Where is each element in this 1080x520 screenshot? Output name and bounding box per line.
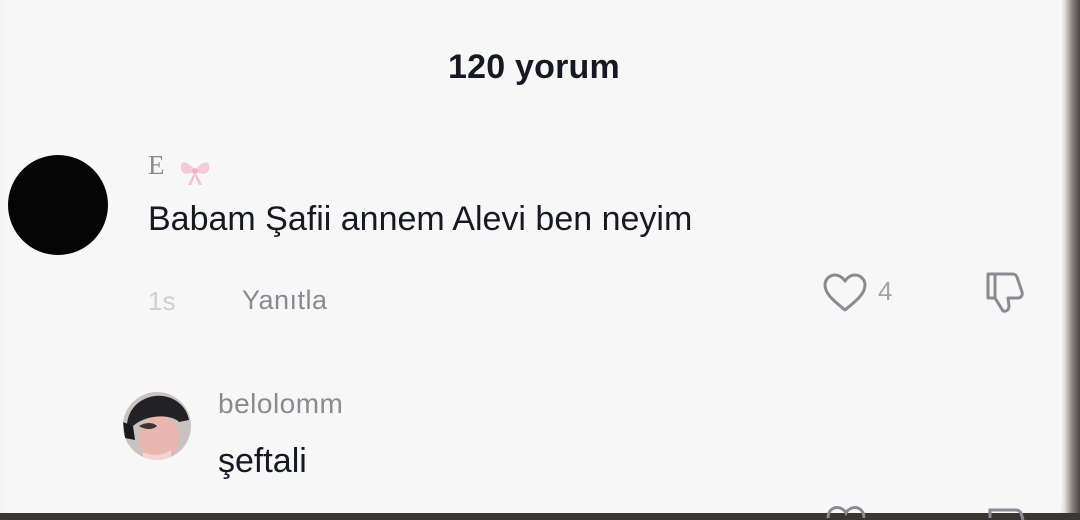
comments-count-title: 120 yorum	[448, 48, 620, 86]
avatar-image	[123, 392, 191, 460]
comment-text: şeftali	[218, 442, 307, 480]
screen-frame: 120 yorum E Babam Şafii annem Alevi ben …	[0, 0, 1080, 520]
avatar[interactable]	[123, 392, 191, 460]
heart-icon[interactable]	[824, 500, 868, 520]
comment-author[interactable]: belolomm	[218, 388, 343, 420]
thumbs-down-icon[interactable]	[978, 266, 1032, 318]
comment-timestamp: 1s	[148, 286, 176, 316]
pink-bow-icon	[180, 162, 210, 185]
heart-icon[interactable]	[820, 270, 870, 316]
reply-button[interactable]: Yanıtla	[242, 285, 328, 316]
like-count: 4	[878, 276, 893, 306]
comments-sheet: 120 yorum E Babam Şafii annem Alevi ben …	[6, 0, 1062, 520]
comment-author[interactable]: E	[148, 150, 166, 181]
comment-text: Babam Şafii annem Alevi ben neyim	[148, 200, 693, 238]
avatar[interactable]	[8, 155, 108, 255]
thumbs-down-icon[interactable]	[986, 500, 1030, 520]
